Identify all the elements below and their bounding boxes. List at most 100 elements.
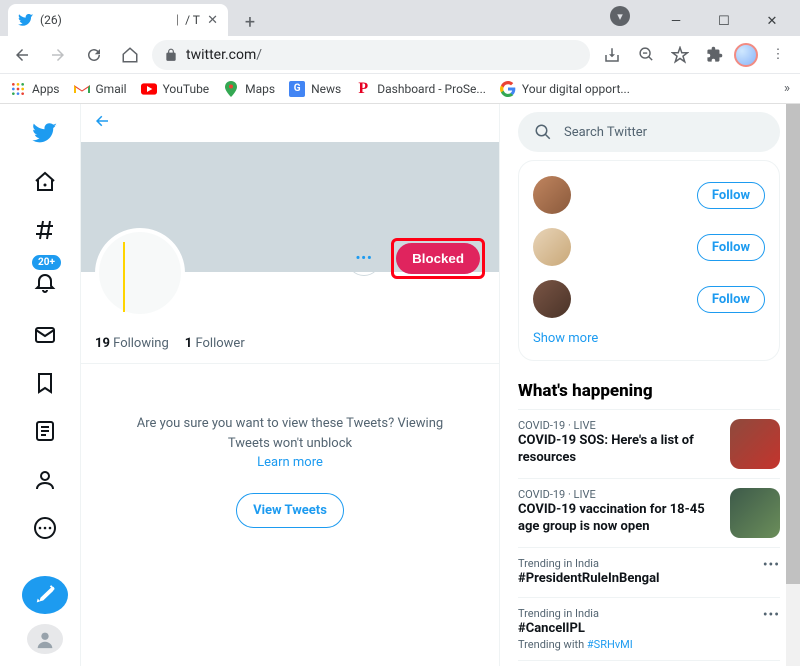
trend-title: #PresidentRuleInBengal <box>518 571 753 588</box>
trend-item[interactable]: Trending in India#PresidentRuleInBengal •… <box>518 547 780 597</box>
browser-toolbar: twitter.com/ ⋮ <box>0 36 800 74</box>
download-icon[interactable] <box>598 41 626 69</box>
whats-happening: What's happening COVID-19 · LIVECOVID-19… <box>518 375 780 666</box>
follow-button-2[interactable]: Follow <box>697 234 765 261</box>
home-nav-icon[interactable] <box>22 162 68 200</box>
reload-button[interactable] <box>80 41 108 69</box>
follow-button-1[interactable]: Follow <box>697 182 765 209</box>
minimize-button[interactable]: — <box>654 6 698 36</box>
trend-more-icon[interactable]: ••• <box>763 557 780 588</box>
google-icon <box>500 81 516 97</box>
search-placeholder: Search Twitter <box>564 125 647 140</box>
url-text: twitter.com/ <box>186 47 262 63</box>
trend-thumbnail <box>730 419 780 469</box>
trend-meta: Trending in India <box>518 557 753 570</box>
back-button[interactable] <box>8 41 36 69</box>
scroll-thumb[interactable] <box>786 104 800 584</box>
right-column: Search Twitter Follow Follow Follow Show… <box>500 104 790 666</box>
back-arrow-icon[interactable] <box>93 112 111 134</box>
profile-avatar-icon[interactable] <box>734 43 758 67</box>
extensions-icon[interactable] <box>700 41 728 69</box>
browser-tab[interactable]: (26) | / T ✕ <box>8 4 228 36</box>
maps-bookmark[interactable]: Maps <box>223 81 275 97</box>
digital-bookmark[interactable]: Your digital opport... <box>500 81 630 97</box>
trend-meta: Trending in India <box>518 607 753 620</box>
blocked-highlight: Blocked <box>391 238 485 279</box>
suggest-row-1[interactable]: Follow <box>533 169 765 221</box>
notifications-nav[interactable]: 20+ <box>22 259 68 305</box>
browser-menu-button[interactable]: ⋮ <box>764 41 792 69</box>
trend-item[interactable]: COVID-19 · LIVECOVID-19 vaccination for … <box>518 478 780 547</box>
dashboard-bookmark[interactable]: PDashboard - ProSe... <box>355 81 486 97</box>
page-viewport: 20+ ••• Blocked <box>0 104 800 666</box>
account-switcher[interactable] <box>27 624 63 654</box>
tab-close-icon[interactable]: ✕ <box>207 13 218 28</box>
follow-button-3[interactable]: Follow <box>697 286 765 313</box>
trend-item[interactable]: Trending in India#CancelIPLTrending with… <box>518 597 780 660</box>
following-stat[interactable]: 19 Following <box>95 336 169 351</box>
main-column: ••• Blocked 19 Following 1 Follower Are … <box>80 104 500 666</box>
profile-header <box>81 104 499 142</box>
suggest-avatar <box>533 176 571 214</box>
bookmarks-bar: Apps Gmail YouTube Maps GNews PDashboard… <box>0 74 800 104</box>
apps-bookmark[interactable]: Apps <box>10 81 60 97</box>
bookmarks-overflow[interactable]: » <box>784 81 790 96</box>
trend-sub: Trending with #SRHvMI <box>518 638 753 651</box>
bookmark-star-icon[interactable] <box>666 41 694 69</box>
who-to-follow: Follow Follow Follow Show more <box>518 160 780 361</box>
messages-nav-icon[interactable] <box>22 315 68 353</box>
trend-title: COVID-19 SOS: Here's a list of resources <box>518 433 720 467</box>
happening-title: What's happening <box>518 375 780 409</box>
news-icon: G <box>289 81 305 97</box>
zoom-icon[interactable] <box>632 41 660 69</box>
explore-nav-icon[interactable] <box>22 211 68 249</box>
tab-title-2: / T <box>185 13 201 27</box>
gmail-icon <box>74 81 90 97</box>
view-tweets-button[interactable]: View Tweets <box>236 493 344 529</box>
close-window-button[interactable]: ✕ <box>750 6 794 36</box>
more-nav-icon[interactable] <box>22 509 68 547</box>
show-more-link[interactable]: Show more <box>533 325 598 352</box>
suggest-row-3[interactable]: Follow <box>533 273 765 325</box>
tab-title: (26) <box>40 13 170 27</box>
youtube-icon <box>141 81 157 97</box>
twitter-favicon-icon <box>18 12 34 28</box>
account-menu-icon[interactable]: ▾ <box>610 6 630 26</box>
trend-meta: COVID-19 · LIVE <box>518 488 720 501</box>
profile-info-row: ••• Blocked <box>81 228 499 318</box>
news-bookmark[interactable]: GNews <box>289 81 341 97</box>
trend-meta: COVID-19 · LIVE <box>518 419 720 432</box>
home-button[interactable] <box>116 41 144 69</box>
forward-button[interactable] <box>44 41 72 69</box>
twitter-logo-icon[interactable] <box>22 114 68 152</box>
suggest-avatar <box>533 228 571 266</box>
search-box[interactable]: Search Twitter <box>518 112 780 152</box>
profile-more-button[interactable]: ••• <box>347 242 381 276</box>
notif-badge: 20+ <box>32 255 61 270</box>
trend-hash-link[interactable]: #SRHvMI <box>587 638 633 651</box>
lists-nav-icon[interactable] <box>22 412 68 450</box>
gmail-bookmark[interactable]: Gmail <box>74 81 127 97</box>
trend-item[interactable]: COVID-19 · This afternoonIPL match postp… <box>518 660 780 666</box>
bookmarks-nav-icon[interactable] <box>22 364 68 402</box>
nav-rail: 20+ <box>10 104 80 666</box>
pinterest-icon: P <box>355 81 371 97</box>
browser-titlebar: (26) | / T ✕ + ▾ — ☐ ✕ <box>0 0 800 36</box>
trend-more-icon[interactable]: ••• <box>763 607 780 651</box>
maps-icon <box>223 81 239 97</box>
followers-stat[interactable]: 1 Follower <box>185 336 245 351</box>
search-icon <box>534 123 552 141</box>
suggest-row-2[interactable]: Follow <box>533 221 765 273</box>
compose-button[interactable] <box>22 576 68 614</box>
new-tab-button[interactable]: + <box>236 8 264 36</box>
profile-avatar[interactable] <box>95 228 185 318</box>
blocked-question-text: Are you sure you want to view these Twee… <box>121 414 459 453</box>
learn-more-link[interactable]: Learn more <box>257 455 323 470</box>
address-bar[interactable]: twitter.com/ <box>152 40 590 70</box>
page-scrollbar[interactable] <box>786 104 800 666</box>
profile-nav-icon[interactable] <box>22 461 68 499</box>
trend-item[interactable]: COVID-19 · LIVECOVID-19 SOS: Here's a li… <box>518 409 780 478</box>
youtube-bookmark[interactable]: YouTube <box>141 81 210 97</box>
maximize-button[interactable]: ☐ <box>702 6 746 36</box>
blocked-button[interactable]: Blocked <box>396 243 480 274</box>
